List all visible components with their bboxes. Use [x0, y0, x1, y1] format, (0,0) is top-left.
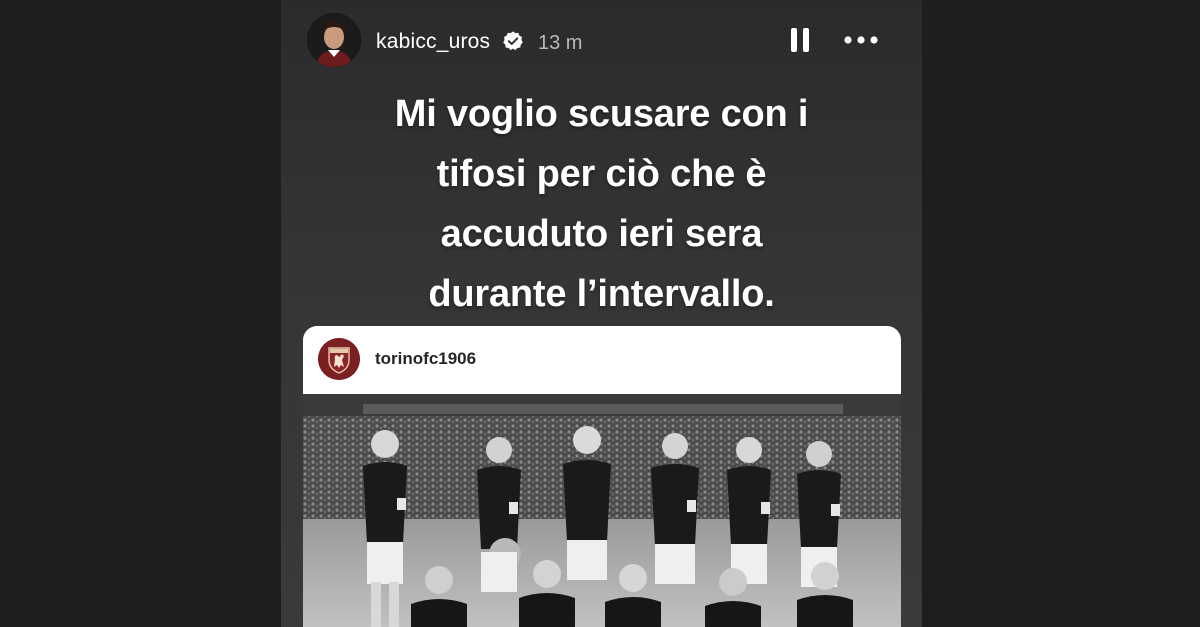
author-username[interactable]: kabicc_uros [376, 29, 490, 55]
story-caption: Mi voglio scusare con i tifosi per ciò c… [301, 84, 902, 324]
story-timestamp: 13 m [538, 32, 583, 54]
caption-line: accuduto ieri sera [440, 213, 763, 255]
verified-badge-icon [503, 31, 523, 51]
story-header: kabicc_uros 13 m [281, 0, 922, 84]
author-avatar[interactable] [307, 13, 361, 67]
shared-post-card[interactable]: torinofc1906 [303, 326, 901, 627]
story-viewer[interactable]: kabicc_uros 13 m Mi voglio scusare con i… [281, 0, 922, 627]
caption-line: durante l’intervallo. [428, 273, 775, 315]
torino-bull-crest-icon [318, 338, 360, 380]
caption-line: Mi voglio scusare con i [394, 93, 809, 135]
profile-photo-icon [307, 13, 361, 67]
pause-icon[interactable] [785, 25, 815, 55]
shared-post-avatar[interactable] [318, 338, 360, 380]
shared-post-header: torinofc1906 [303, 326, 901, 394]
page: kabicc_uros 13 m Mi voglio scusare con i… [0, 0, 1200, 627]
shared-post-username[interactable]: torinofc1906 [375, 348, 476, 370]
more-options-icon[interactable] [841, 25, 881, 55]
caption-line: tifosi per ciò che è [436, 153, 767, 195]
team-photo [303, 394, 901, 627]
